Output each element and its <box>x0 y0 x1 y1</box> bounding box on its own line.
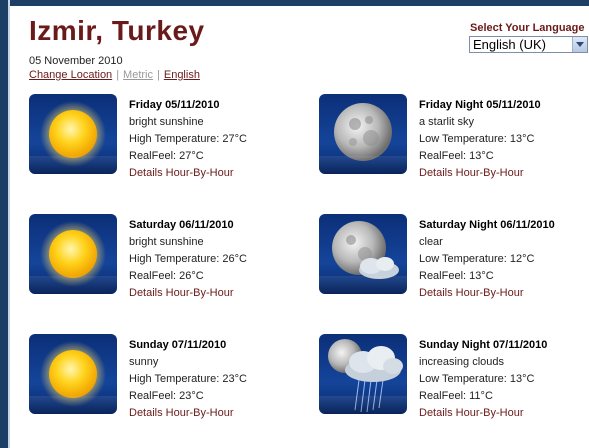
chevron-down-icon[interactable] <box>572 37 587 52</box>
forecast-realfeel: RealFeel: 26°C <box>129 270 204 282</box>
change-location-link[interactable]: Change Location <box>29 69 112 81</box>
forecast-temperature: High Temperature: 26°C <box>129 253 247 265</box>
sun-icon <box>29 334 117 414</box>
sun-icon <box>29 214 117 294</box>
sun-icon <box>29 94 117 174</box>
forecast-realfeel: RealFeel: 27°C <box>129 150 204 162</box>
forecast-info: Sunday 07/11/2010 sunny High Temperature… <box>129 337 247 422</box>
details-hour-by-hour-link[interactable]: Details Hour-By-Hour <box>129 405 247 422</box>
link-separator: | <box>157 69 160 81</box>
forecast-title: Saturday Night 06/11/2010 <box>419 219 555 231</box>
city-title: Izmir, Turkey <box>29 15 205 46</box>
forecast-temperature: Low Temperature: 13°C <box>419 133 535 145</box>
forecast-card-day-2: Saturday 06/11/2010 bright sunshine High… <box>29 214 299 304</box>
forecast-title: Friday 05/11/2010 <box>129 99 220 111</box>
details-hour-by-hour-link[interactable]: Details Hour-By-Hour <box>419 405 547 422</box>
left-border <box>0 0 8 448</box>
language-select[interactable]: English (UK) <box>469 36 588 53</box>
language-label: Select Your Language <box>470 22 585 34</box>
moon-icon <box>319 94 407 174</box>
forecast-condition: bright sunshine <box>129 116 204 128</box>
forecast-condition: a starlit sky <box>419 116 475 128</box>
english-link[interactable]: English <box>164 69 200 81</box>
forecast-condition: clear <box>419 236 443 248</box>
forecast-title: Saturday 06/11/2010 <box>129 219 234 231</box>
forecast-temperature: High Temperature: 27°C <box>129 133 247 145</box>
forecast-card-night-1: Friday Night 05/11/2010 a starlit sky Lo… <box>319 94 589 184</box>
forecast-realfeel: RealFeel: 13°C <box>419 270 494 282</box>
forecast-info: Friday 05/11/2010 bright sunshine High T… <box>129 97 247 182</box>
details-hour-by-hour-link[interactable]: Details Hour-By-Hour <box>129 165 247 182</box>
details-hour-by-hour-link[interactable]: Details Hour-By-Hour <box>419 285 555 302</box>
forecast-date: 05 November 2010 <box>29 55 123 67</box>
top-border <box>0 0 589 6</box>
forecast-temperature: High Temperature: 23°C <box>129 373 247 385</box>
details-hour-by-hour-link[interactable]: Details Hour-By-Hour <box>419 165 541 182</box>
forecast-info: Saturday 06/11/2010 bright sunshine High… <box>129 217 247 302</box>
language-selected-value: English (UK) <box>473 37 546 52</box>
header-links: Change Location | Metric | English <box>29 69 200 81</box>
forecast-title: Sunday 07/11/2010 <box>129 339 227 351</box>
link-separator: | <box>116 69 120 81</box>
forecast-realfeel: RealFeel: 11°C <box>419 390 493 402</box>
left-border-highlight <box>8 0 10 448</box>
forecast-condition: bright sunshine <box>129 236 204 248</box>
forecast-info: Friday Night 05/11/2010 a starlit sky Lo… <box>419 97 541 182</box>
forecast-info: Sunday Night 07/11/2010 increasing cloud… <box>419 337 547 422</box>
forecast-info: Saturday Night 06/11/2010 clear Low Temp… <box>419 217 555 302</box>
moon-cloud-icon <box>319 214 407 294</box>
forecast-card-night-3: Sunday Night 07/11/2010 increasing cloud… <box>319 334 589 424</box>
metric-link[interactable]: Metric <box>123 69 153 81</box>
forecast-card-day-1: Friday 05/11/2010 bright sunshine High T… <box>29 94 299 184</box>
forecast-realfeel: RealFeel: 23°C <box>129 390 204 402</box>
forecast-title: Friday Night 05/11/2010 <box>419 99 541 111</box>
details-hour-by-hour-link[interactable]: Details Hour-By-Hour <box>129 285 247 302</box>
forecast-card-day-3: Sunday 07/11/2010 sunny High Temperature… <box>29 334 299 424</box>
forecast-temperature: Low Temperature: 12°C <box>419 253 535 265</box>
forecast-condition: increasing clouds <box>419 356 504 368</box>
forecast-title: Sunday Night 07/11/2010 <box>419 339 548 351</box>
forecast-realfeel: RealFeel: 13°C <box>419 150 494 162</box>
moon-rain-cloud-icon <box>319 334 407 414</box>
forecast-temperature: Low Temperature: 13°C <box>419 373 535 385</box>
forecast-card-night-2: Saturday Night 06/11/2010 clear Low Temp… <box>319 214 589 304</box>
forecast-condition: sunny <box>129 356 159 368</box>
